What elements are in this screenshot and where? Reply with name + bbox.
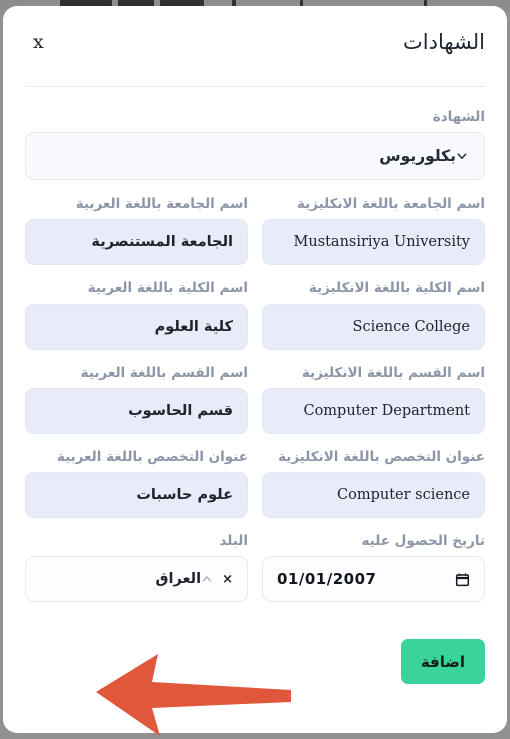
university-row: اسم الجامعة باللغة الانكليزية اسم الجامع… <box>25 196 485 266</box>
degree-field-group: الشهادة بكلوريوس <box>25 109 485 181</box>
page-title: الشهادات <box>402 30 485 54</box>
calendar-icon[interactable] <box>455 572 470 587</box>
country-selected-value: العراق <box>155 571 202 588</box>
add-button[interactable]: اضافة <box>400 639 485 685</box>
country-label: البلد <box>219 532 248 549</box>
university-name-english-label: اسم الجامعة باللغة الانكليزية <box>296 196 485 213</box>
college-english-group: اسم الكلية باللغة الانكليزية <box>262 280 485 350</box>
acquisition-date-value: 01/01/2007 <box>277 570 377 589</box>
certificate-form: الشهادة بكلوريوس اسم الجامعة باللغة الان… <box>3 87 507 603</box>
specialization-title-english-label: عنوان التخصص باللغة الانكليزية <box>278 448 485 465</box>
close-icon[interactable]: x <box>25 31 52 54</box>
department-name-english-label: اسم القسم باللغة الانكليزية <box>301 364 485 381</box>
specialization-arabic-group: عنوان التخصص باللغة العربية <box>25 449 248 518</box>
university-name-arabic-input[interactable] <box>25 219 248 266</box>
university-name-english-input[interactable] <box>262 219 485 266</box>
acquisition-date-input[interactable]: 01/01/2007 <box>262 556 485 603</box>
chevron-down-icon <box>457 153 467 160</box>
university-english-group: اسم الجامعة باللغة الانكليزية <box>262 196 485 266</box>
country-select[interactable]: × العراق <box>25 556 248 603</box>
specialization-title-english-input[interactable] <box>262 471 485 518</box>
certificates-modal: الشهادات x الشهادة بكلوريوس اسم الجامعة … <box>3 6 507 733</box>
specialization-title-arabic-label: عنوان التخصص باللغة العربية <box>56 448 248 465</box>
department-name-arabic-label: اسم القسم باللغة العربية <box>80 364 248 381</box>
specialization-row: عنوان التخصص باللغة الانكليزية عنوان الت… <box>25 449 485 518</box>
country-group: البلد × العراق <box>25 532 248 603</box>
university-arabic-group: اسم الجامعة باللغة العربية <box>25 196 248 266</box>
department-row: اسم القسم باللغة الانكليزية اسم القسم با… <box>25 365 485 434</box>
clear-country-icon[interactable]: × <box>222 573 233 586</box>
specialization-english-group: عنوان التخصص باللغة الانكليزية <box>262 449 485 518</box>
department-arabic-group: اسم القسم باللغة العربية <box>25 365 248 434</box>
specialization-title-arabic-input[interactable] <box>25 471 248 518</box>
department-name-english-input[interactable] <box>262 387 485 434</box>
degree-selected-value: بكلوريوس <box>379 147 456 166</box>
chevron-up-icon[interactable] <box>201 574 213 584</box>
college-name-arabic-label: اسم الكلية باللغة العربية <box>87 280 248 297</box>
department-name-arabic-input[interactable] <box>25 387 248 434</box>
college-row: اسم الكلية باللغة الانكليزية اسم الكلية … <box>25 280 485 350</box>
department-english-group: اسم القسم باللغة الانكليزية <box>262 365 485 434</box>
modal-header: الشهادات x <box>3 6 507 78</box>
date-group: تاريخ الحصول عليه 01/01/2007 <box>262 532 485 603</box>
country-date-row: تاريخ الحصول عليه 01/01/2007 البلد × الع… <box>25 532 485 603</box>
college-arabic-group: اسم الكلية باللغة العربية <box>25 280 248 350</box>
college-name-english-label: اسم الكلية باللغة الانكليزية <box>308 280 485 297</box>
degree-select[interactable]: بكلوريوس <box>25 132 485 181</box>
acquisition-date-label: تاريخ الحصول عليه <box>361 532 485 549</box>
university-name-arabic-label: اسم الجامعة باللغة العربية <box>75 196 248 213</box>
modal-footer: اضافة <box>3 617 507 685</box>
college-name-arabic-input[interactable] <box>25 303 248 350</box>
degree-label: الشهادة <box>432 109 485 125</box>
country-tools: × <box>201 573 233 586</box>
college-name-english-input[interactable] <box>262 303 485 350</box>
